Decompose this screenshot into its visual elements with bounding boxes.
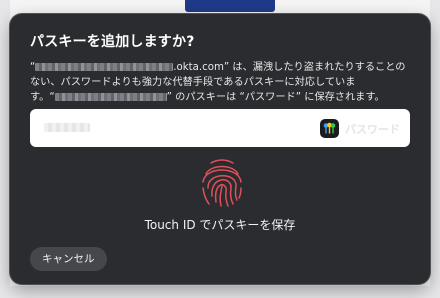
fingerprint-icon (193, 154, 251, 212)
desc-line2: ない、パスワードよりも強力な代替手段であるパスキーに対応していま (30, 77, 356, 88)
desc-domain: .okta.com (173, 62, 224, 73)
cancel-button[interactable]: キャンセル (30, 247, 107, 271)
passkey-dialog: パスキーを追加しますか? “.okta.com” は、漏洩したり盗まれたりするこ… (10, 14, 430, 284)
desc-line3-head: す。“ (30, 92, 55, 103)
desc-line1-tail: ” は、漏洩したり盗まれたりすることの (223, 62, 406, 73)
redacted-username (54, 93, 167, 101)
background-logo (185, 0, 275, 12)
passwords-app-icon (320, 119, 339, 138)
desc-line3-tail: ” のパスキーは “パスワード” に保存されます。 (166, 92, 385, 103)
redacted-subdomain (35, 63, 174, 71)
account-row[interactable]: パスワード (30, 109, 410, 147)
dialog-description: “.okta.com” は、漏洩したり盗まれたりすることの ない、パスワードより… (30, 60, 418, 105)
passwords-app-label: パスワード (345, 123, 400, 136)
touch-id-label: Touch ID でパスキーを保存 (144, 218, 296, 232)
redacted-account-name (44, 123, 90, 132)
dialog-title: パスキーを追加しますか? (30, 34, 195, 50)
